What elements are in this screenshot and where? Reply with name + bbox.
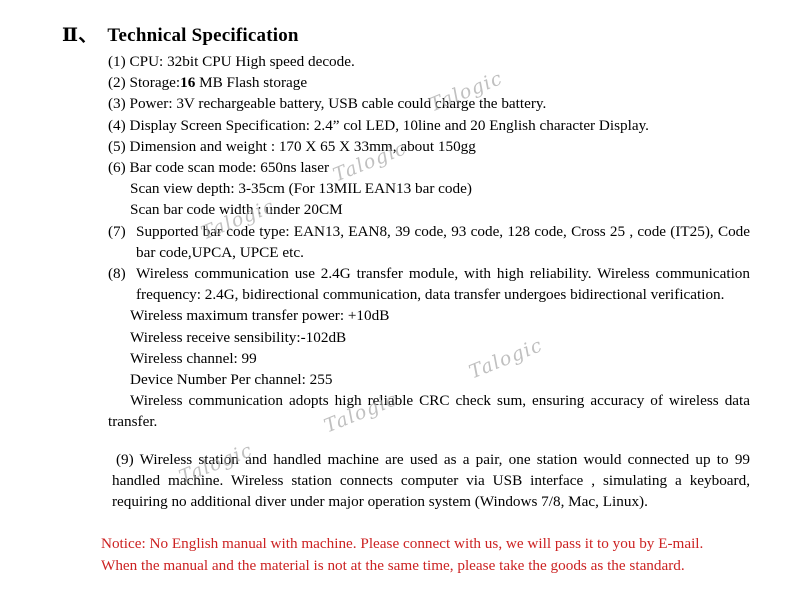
spec-item-1: (1) CPU: 32bit CPU High speed decode. [108, 51, 750, 72]
spec-marker: (6) [108, 159, 126, 177]
spec-text: CPU: 32bit CPU High speed decode. [129, 53, 355, 70]
spec-item-4: (4) Display Screen Specification: 2.4” c… [108, 115, 750, 136]
spec-marker: (2) [108, 74, 126, 92]
notice-block: Notice: No English manual with machine. … [101, 533, 753, 577]
spec-item-6-sub-1: Scan view depth: 3-35cm (For 13MIL EAN13… [130, 180, 472, 198]
spec-marker: (3) [108, 95, 126, 113]
spec-text: Wireless station and handled machine are… [112, 451, 751, 511]
spec-text: Display Screen Specification: 2.4” col L… [129, 116, 649, 134]
spec-text: Bar code scan mode: 650ns laser [129, 159, 329, 177]
section-numeral: Ⅱ、 [62, 25, 98, 46]
spec-item-8-sub-3: Wireless channel: 99 [130, 349, 257, 367]
spec-marker: (9) [116, 451, 134, 468]
spec-marker: (4) [108, 116, 126, 134]
spec-marker: (8) [108, 265, 126, 283]
spec-item-3: (3) Power: 3V rechargeable battery, USB … [108, 93, 750, 114]
spec-storage-size: 16 [180, 74, 196, 92]
spec-text-after: MB Flash storage [195, 74, 308, 92]
page-title: Ⅱ、 Technical Specification [62, 20, 299, 47]
spec-item-8-sub-1: Wireless maximum transfer power: +10dB [130, 307, 390, 325]
spec-item-6-sub-2: Scan bar code width : under 20CM [130, 201, 343, 219]
spec-item-8: (8) Wireless communication use 2.4G tran… [108, 263, 750, 305]
spec-text-before: Storage: [129, 74, 181, 92]
spec-item-8-sub-2: Wireless receive sensibility:-102dB [130, 328, 347, 346]
spec-item-6: (6) Bar code scan mode: 650ns laser [108, 157, 750, 178]
spec-marker: (1) [108, 53, 126, 70]
document-page: Ⅱ、 Technical Specification (1) CPU: 32bit… [0, 0, 803, 605]
spec-text: Supported bar code type: EAN13, EAN8, 39… [136, 222, 750, 261]
spec-text: Wireless communication use 2.4G transfer… [136, 265, 750, 304]
section-title-text: Technical Specification [107, 25, 299, 46]
spec-item-2: (2) Storage:16 MB Flash storage [108, 72, 750, 93]
spec-marker: (5) [108, 137, 126, 155]
specification-list: (1) CPU: 32bit CPU High speed decode. (2… [108, 51, 750, 433]
spec-item-5: (5) Dimension and weight : 170 X 65 X 33… [108, 136, 750, 157]
spec-marker: (7) [108, 222, 126, 240]
spec-item-8-tail: Wireless communication adopts high relia… [108, 392, 750, 431]
spec-item-7: (7) Supported bar code type: EAN13, EAN8… [108, 221, 750, 263]
spec-item-8-sub-4: Device Number Per channel: 255 [130, 371, 333, 389]
notice-line-1: Notice: No English manual with machine. … [101, 535, 704, 552]
spec-text: Dimension and weight : 170 X 65 X 33mm, … [129, 137, 476, 155]
spec-item-9: (9) Wireless station and handled machine… [112, 449, 750, 513]
spec-text: Power: 3V rechargeable battery, USB cabl… [129, 95, 547, 113]
notice-line-2: When the manual and the material is not … [101, 557, 685, 574]
